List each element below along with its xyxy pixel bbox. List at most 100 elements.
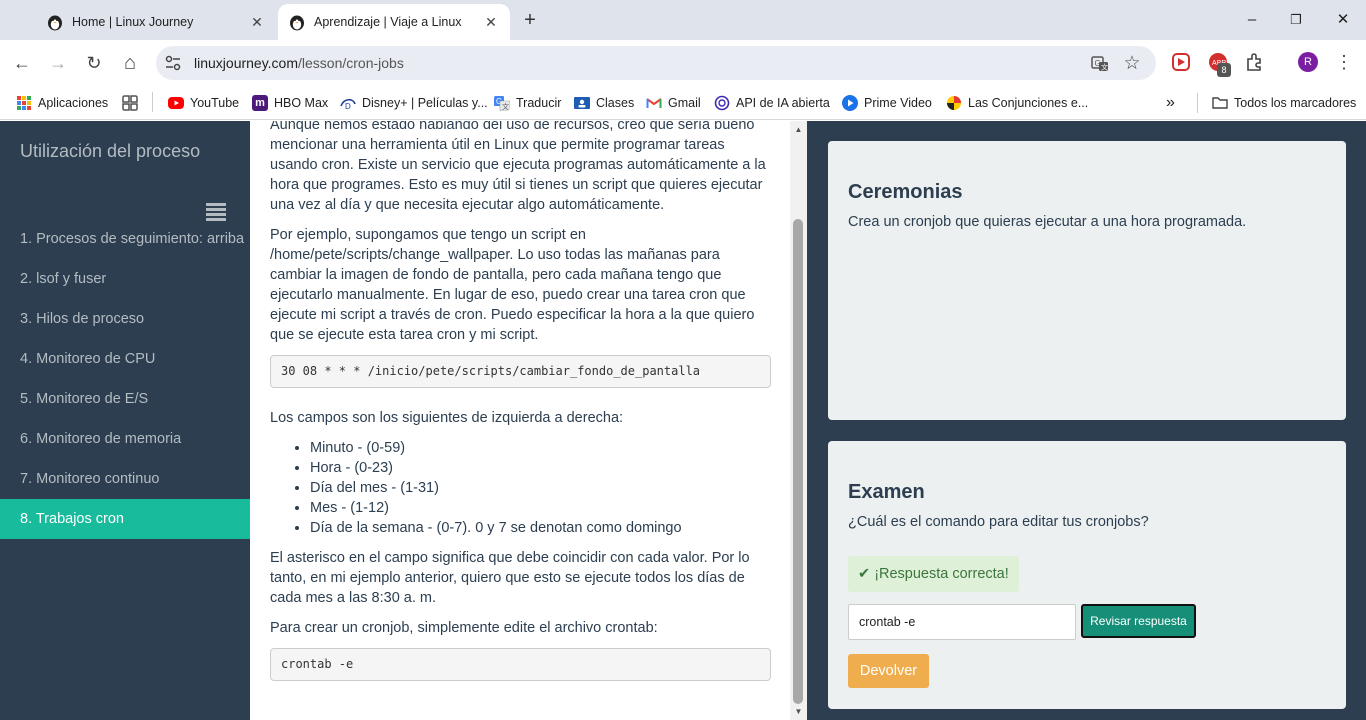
puzzle-extensions-icon[interactable] bbox=[1244, 51, 1266, 73]
list-item: Hora - (0-23) bbox=[310, 458, 771, 478]
lesson-paragraph: Aunque hemos estado hablando del uso de … bbox=[270, 121, 766, 213]
bookmark-label: Clases bbox=[596, 96, 635, 110]
extension-badge: 8 bbox=[1217, 63, 1231, 77]
feedback-text: ¡Respuesta correcta! bbox=[874, 566, 1009, 582]
bookmarks-bar: Aplicaciones YouTube m HBO Max D Disney+… bbox=[0, 86, 1366, 120]
bookmarks-overflow-icon[interactable]: » bbox=[1166, 93, 1175, 113]
extension-red-icon[interactable] bbox=[1170, 51, 1192, 73]
close-tab-icon[interactable]: ✕ bbox=[248, 14, 266, 31]
restore-icon[interactable]: ❐ bbox=[1284, 8, 1308, 32]
bookmark-label: Traducir bbox=[516, 96, 562, 110]
quiz-question: ¿Cuál es el comando para editar tus cron… bbox=[848, 514, 1149, 530]
star-bookmark-icon[interactable]: ☆ bbox=[1122, 54, 1142, 74]
folder-icon bbox=[1212, 97, 1228, 109]
tab-home-linux-journey[interactable]: Home | Linux Journey ✕ bbox=[36, 4, 276, 40]
gmail-icon bbox=[646, 98, 662, 108]
back-button[interactable]: Devolver bbox=[848, 654, 929, 688]
close-window-icon[interactable]: ✕ bbox=[1331, 8, 1355, 32]
bookmark-apps-launcher[interactable] bbox=[122, 93, 144, 113]
sidebar-item-trabajos-cron[interactable]: 8. Trabajos cron bbox=[0, 499, 250, 539]
divider bbox=[1197, 93, 1198, 113]
bookmark-label: Todos los marcadores bbox=[1234, 96, 1357, 110]
forward-arrow-icon[interactable]: → bbox=[46, 51, 70, 75]
bookmark-label: API de IA abierta bbox=[736, 96, 830, 110]
bookmark-label: Gmail bbox=[668, 96, 701, 110]
code-block: 30 08 * * * /inicio/pete/scripts/cambiar… bbox=[270, 355, 771, 388]
scroll-down-icon[interactable]: ▼ bbox=[794, 707, 803, 716]
bookmark-label: HBO Max bbox=[274, 96, 329, 110]
url-text[interactable]: linuxjourney.com/lesson/cron-jobs bbox=[194, 55, 404, 71]
all-bookmarks-folder[interactable]: Todos los marcadores bbox=[1212, 93, 1356, 113]
tab-title: Aprendizaje | Viaje a Linux bbox=[314, 15, 462, 29]
menu-kebab-icon[interactable]: ⋮ bbox=[1334, 51, 1354, 73]
openai-icon bbox=[714, 95, 730, 111]
sidebar-item-lsof-fuser[interactable]: 2. lsof y fuser bbox=[0, 259, 250, 299]
tab-strip: Home | Linux Journey ✕ Aprendizaje | Via… bbox=[0, 0, 1366, 40]
tab-aprendizaje[interactable]: Aprendizaje | Viaje a Linux ✕ bbox=[278, 4, 510, 40]
bookmark-disney-plus[interactable]: D Disney+ | Películas y... bbox=[340, 93, 488, 113]
prime-video-icon bbox=[842, 95, 858, 111]
penguin-icon bbox=[290, 15, 304, 31]
answer-input[interactable]: crontab -e bbox=[848, 604, 1076, 640]
bookmark-traducir[interactable]: G文 Traducir bbox=[494, 93, 561, 113]
new-tab-button[interactable]: + bbox=[518, 9, 542, 33]
lesson-sidebar: Utilización del proceso 1. Procesos de s… bbox=[0, 121, 250, 720]
correct-answer-alert: ✔ ¡Respuesta correcta! bbox=[848, 556, 1019, 592]
cron-fields-list: Minuto - (0-59) Hora - (0-23) Día del me… bbox=[310, 438, 771, 538]
page: Utilización del proceso 1. Procesos de s… bbox=[0, 121, 1366, 720]
bookmark-hbo-max[interactable]: m HBO Max bbox=[252, 93, 328, 113]
translate-icon[interactable]: G文 bbox=[1090, 54, 1110, 74]
sidebar-item-monitoreo-continuo[interactable]: 7. Monitoreo continuo bbox=[0, 459, 250, 499]
exercises-card: Ceremonias Crea un cronjob que quieras e… bbox=[828, 141, 1346, 420]
url-domain: linuxjourney.com bbox=[194, 55, 299, 71]
bookmark-prime-video[interactable]: Prime Video bbox=[842, 93, 932, 113]
bookmark-conjunciones[interactable]: Las Conjunciones e... bbox=[946, 93, 1088, 113]
reload-icon[interactable]: ↻ bbox=[82, 51, 106, 75]
back-arrow-icon[interactable]: ← bbox=[10, 51, 34, 75]
lesson-content: Aunque hemos estado hablando del uso de … bbox=[250, 121, 790, 720]
hamburger-menu-icon[interactable] bbox=[206, 203, 226, 221]
svg-text:D: D bbox=[345, 102, 351, 111]
lesson-paragraph: Para crear un cronjob, simplemente edite… bbox=[270, 620, 658, 636]
bookmark-label: Aplicaciones bbox=[38, 96, 109, 110]
bookmark-aplicaciones[interactable]: Aplicaciones bbox=[16, 93, 108, 113]
bookmark-clases[interactable]: Clases bbox=[574, 93, 634, 113]
list-item: Minuto - (0-59) bbox=[310, 438, 771, 458]
lesson-paragraph: El asterisco en el campo significa que d… bbox=[270, 550, 750, 606]
sidebar-item-hilos-proceso[interactable]: 3. Hilos de proceso bbox=[0, 299, 250, 339]
sidebar-item-procesos-seguimiento[interactable]: 1. Procesos de seguimiento: arriba bbox=[0, 219, 250, 259]
disney-plus-icon: D bbox=[340, 98, 356, 111]
address-bar[interactable]: linuxjourney.com/lesson/cron-jobs G文 ☆ bbox=[156, 46, 1156, 80]
scroll-up-icon[interactable]: ▲ bbox=[794, 125, 803, 134]
browser-toolbar: ← → ↻ ⌂ linuxjourney.com/lesson/cron-job… bbox=[0, 40, 1366, 86]
sidebar-title[interactable]: Utilización del proceso bbox=[20, 141, 200, 162]
quiz-title: Examen bbox=[848, 481, 925, 503]
bookmark-gmail[interactable]: Gmail bbox=[646, 93, 701, 113]
check-answer-button[interactable]: Revisar respuesta bbox=[1081, 604, 1196, 638]
bookmark-label: Las Conjunciones e... bbox=[968, 96, 1089, 110]
home-icon[interactable]: ⌂ bbox=[118, 51, 142, 75]
tab-title: Home | Linux Journey bbox=[72, 15, 194, 29]
content-scrollbar[interactable]: ▲ ▼ bbox=[790, 121, 807, 720]
svg-text:文: 文 bbox=[1101, 63, 1108, 72]
quiz-card: Examen ¿Cuál es el comando para editar t… bbox=[828, 441, 1346, 709]
translate-icon: G文 bbox=[494, 96, 510, 111]
minimize-icon[interactable]: – bbox=[1240, 8, 1264, 32]
close-tab-icon[interactable]: ✕ bbox=[482, 14, 500, 31]
sidebar-item-monitoreo-cpu[interactable]: 4. Monitoreo de CPU bbox=[0, 339, 250, 379]
bookmark-label: Prime Video bbox=[864, 96, 932, 110]
divider bbox=[152, 92, 153, 112]
sidebar-item-monitoreo-es[interactable]: 5. Monitoreo de E/S bbox=[0, 379, 250, 419]
exercises-title: Ceremonias bbox=[848, 181, 963, 203]
profile-avatar[interactable]: R bbox=[1298, 52, 1318, 72]
bookmark-site-icon bbox=[947, 96, 961, 110]
scrollbar-thumb[interactable] bbox=[793, 219, 803, 704]
bookmark-api-ia-abierta[interactable]: API de IA abierta bbox=[714, 93, 830, 113]
lesson-paragraph: Por ejemplo, supongamos que tengo un scr… bbox=[270, 227, 755, 343]
bookmark-youtube[interactable]: YouTube bbox=[168, 93, 239, 113]
sidebar-item-monitoreo-memoria[interactable]: 6. Monitoreo de memoria bbox=[0, 419, 250, 459]
url-path: /lesson/cron-jobs bbox=[298, 55, 404, 71]
site-settings-icon[interactable] bbox=[164, 54, 182, 72]
svg-text:文: 文 bbox=[502, 102, 509, 111]
youtube-icon bbox=[168, 97, 184, 109]
